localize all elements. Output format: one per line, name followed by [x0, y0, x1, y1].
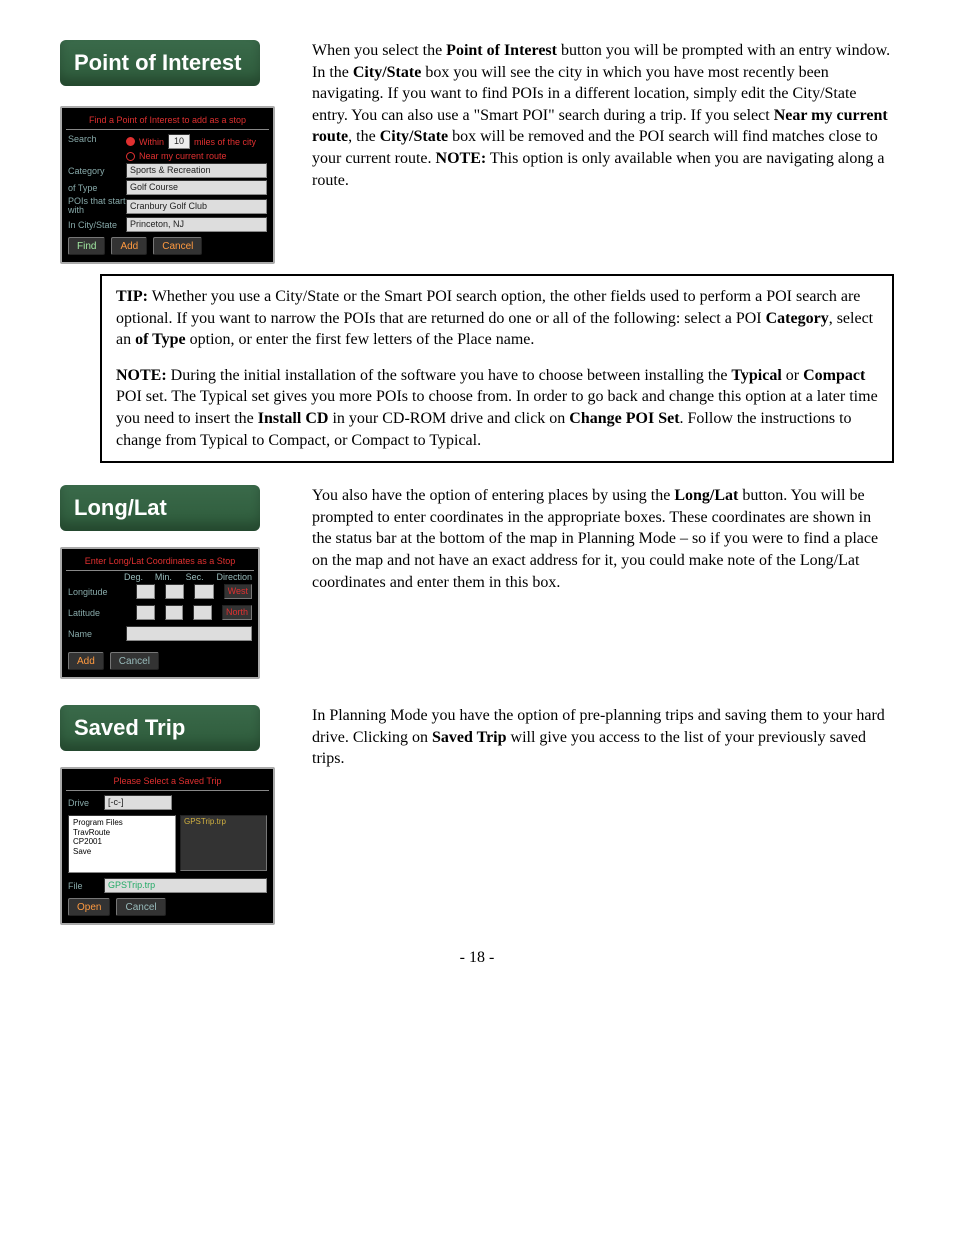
folder-tree[interactable]: Program Files TravRoute CP2001 Save [68, 815, 176, 873]
saved-body-text: In Planning Mode you have the option of … [312, 705, 894, 770]
category-select[interactable]: Sports & Recreation [126, 163, 267, 178]
drive-label: Drive [68, 798, 100, 808]
lat-deg-input[interactable] [136, 605, 155, 620]
type-label: of Type [68, 183, 126, 193]
city-input[interactable]: Princeton, NJ [126, 217, 267, 232]
radio-dot-icon [126, 137, 135, 146]
latitude-label: Latitude [68, 608, 126, 618]
long-dir-select[interactable]: West [224, 584, 252, 599]
longlat-body-text: You also have the option of entering pla… [312, 485, 894, 593]
long-deg-input[interactable] [136, 584, 155, 599]
find-button[interactable]: Find [68, 237, 105, 255]
radio-dot-icon [126, 152, 135, 161]
radio-within[interactable]: Within 10 miles of the city [126, 134, 267, 149]
lat-dir-select[interactable]: North [222, 605, 252, 620]
lat-min-input[interactable] [165, 605, 184, 620]
tree-item[interactable]: TravRoute [73, 828, 171, 838]
cancel-button[interactable]: Cancel [110, 652, 159, 670]
city-label: In City/State [68, 220, 126, 230]
file-label: File [68, 881, 100, 891]
lat-sec-input[interactable] [193, 605, 212, 620]
section-header-longlat: Long/Lat [60, 485, 260, 531]
add-button[interactable]: Add [111, 237, 147, 255]
section-header-poi: Point of Interest [60, 40, 260, 86]
name-label: Name [68, 629, 126, 639]
search-label: Search [68, 134, 126, 144]
category-label: Category [68, 166, 126, 176]
col-dir: Direction [216, 572, 252, 582]
file-input[interactable]: GPSTrip.trp [104, 878, 267, 893]
tip-note-box: TIP: Whether you use a City/State or the… [100, 274, 894, 463]
section-header-saved: Saved Trip [60, 705, 260, 751]
longitude-label: Longitude [68, 587, 126, 597]
cancel-button[interactable]: Cancel [116, 898, 165, 916]
col-min: Min. [155, 572, 176, 582]
col-sec: Sec. [186, 572, 207, 582]
long-min-input[interactable] [165, 584, 184, 599]
long-sec-input[interactable] [194, 584, 213, 599]
pois-input[interactable]: Cranbury Golf Club [126, 199, 267, 214]
miles-input[interactable]: 10 [168, 134, 190, 149]
poi-dialog: Find a Point of Interest to add as a sto… [60, 106, 275, 264]
file-list[interactable]: GPSTrip.trp [180, 815, 267, 871]
tree-item[interactable]: Program Files [73, 818, 171, 828]
saved-dialog-title: Please Select a Saved Trip [66, 773, 269, 791]
pois-label: POIs that start with [68, 197, 126, 215]
poi-body-text: When you select the Point of Interest bu… [312, 40, 894, 191]
longlat-dialog-title: Enter Long/Lat Coordinates as a Stop [66, 553, 254, 571]
poi-dialog-title: Find a Point of Interest to add as a sto… [66, 112, 269, 130]
page-number: - 18 - [60, 949, 894, 967]
col-deg: Deg. [124, 572, 145, 582]
tree-item[interactable]: CP2001 [73, 837, 171, 847]
drive-select[interactable]: [-c-] [104, 795, 172, 810]
open-button[interactable]: Open [68, 898, 110, 916]
add-button[interactable]: Add [68, 652, 104, 670]
saved-dialog: Please Select a Saved Trip Drive [-c-] P… [60, 767, 275, 925]
cancel-button[interactable]: Cancel [153, 237, 202, 255]
radio-near-route[interactable]: Near my current route [126, 151, 267, 161]
type-select[interactable]: Golf Course [126, 180, 267, 195]
tree-item[interactable]: Save [73, 847, 171, 857]
longlat-dialog: Enter Long/Lat Coordinates as a Stop Deg… [60, 547, 260, 679]
name-input[interactable] [126, 626, 252, 641]
